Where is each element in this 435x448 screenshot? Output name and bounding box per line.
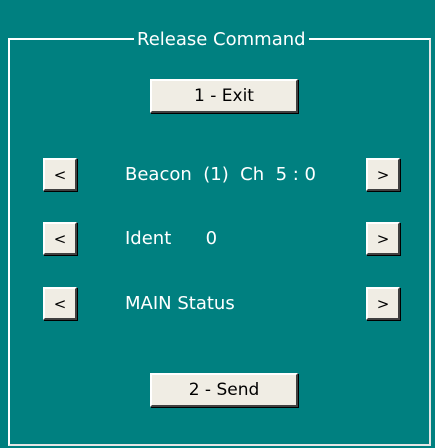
beacon-channel-label: Beacon (1) Ch 5 : 0 [125, 164, 316, 185]
ident-label: Ident 0 [125, 228, 218, 249]
main-status-next-button[interactable]: > [366, 287, 400, 320]
main-status-prev-button[interactable]: < [43, 287, 77, 320]
ident-prev-button[interactable]: < [43, 222, 77, 255]
group-box-title: Release Command [134, 27, 309, 53]
beacon-prev-button[interactable]: < [43, 158, 77, 191]
beacon-next-button[interactable]: > [366, 158, 400, 191]
send-button[interactable]: 2 - Send [150, 373, 298, 407]
release-command-panel: Release Command 1 - Exit < Beacon (1) Ch… [0, 0, 435, 448]
ident-next-button[interactable]: > [366, 222, 400, 255]
main-status-label: MAIN Status [125, 293, 235, 314]
exit-button[interactable]: 1 - Exit [150, 79, 298, 113]
